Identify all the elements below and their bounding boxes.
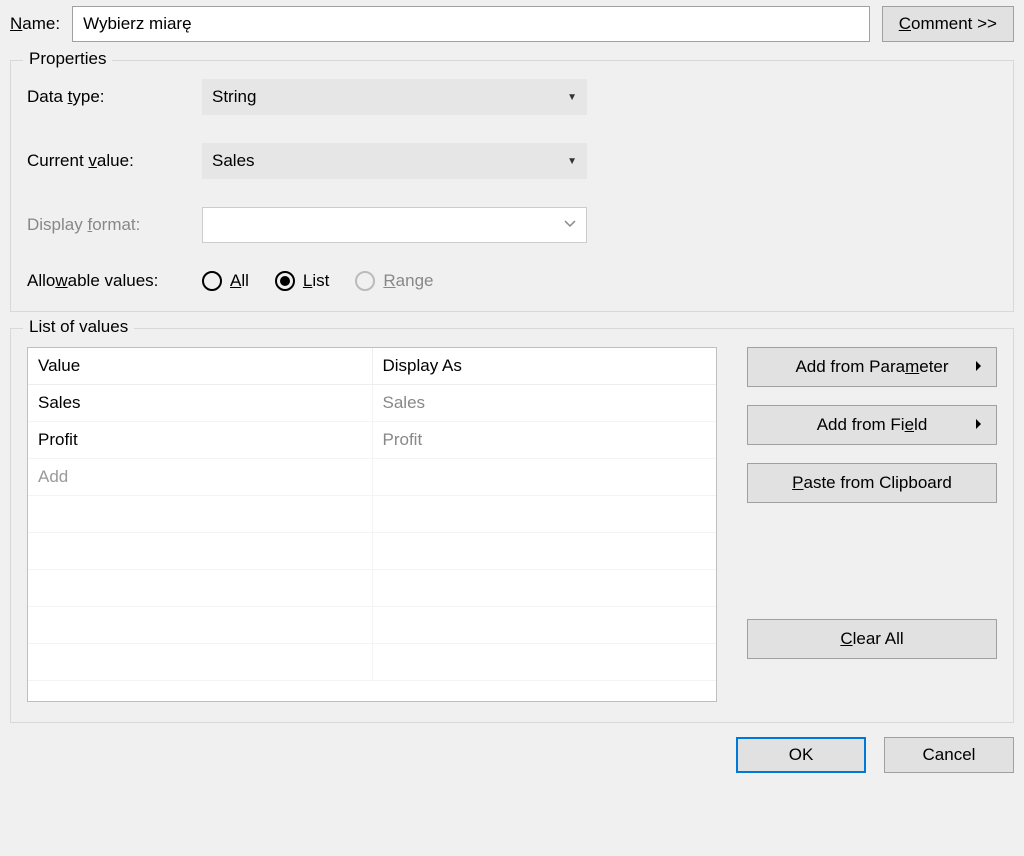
clear-all-button[interactable]: Clear All (747, 619, 997, 659)
display-format-label: Display format: (27, 215, 202, 235)
chevron-down-icon: ▼ (567, 156, 577, 167)
cell-value[interactable]: Sales (28, 385, 372, 422)
column-header-display: Display As (372, 348, 716, 385)
radio-list[interactable]: List (275, 271, 329, 291)
radio-icon (355, 271, 375, 291)
table-row (28, 570, 716, 607)
radio-all[interactable]: All (202, 271, 249, 291)
cell-display[interactable]: Profit (372, 422, 716, 459)
radio-range: Range (355, 271, 433, 291)
ok-button[interactable]: OK (736, 737, 866, 773)
table-row (28, 533, 716, 570)
table-row[interactable]: Sales Sales (28, 385, 716, 422)
allowable-values-label: Allowable values: (27, 271, 202, 291)
cancel-button[interactable]: Cancel (884, 737, 1014, 773)
table-row (28, 607, 716, 644)
chevron-down-icon (564, 220, 576, 231)
arrow-right-icon (975, 415, 982, 435)
data-type-label: Data type: (27, 87, 202, 107)
chevron-down-icon: ▼ (567, 92, 577, 103)
data-type-select[interactable]: String ▼ (202, 79, 587, 115)
table-row (28, 496, 716, 533)
list-of-values-group: List of values Value Display As Sales Sa… (10, 328, 1014, 723)
cell-display[interactable]: Sales (372, 385, 716, 422)
current-value-label: Current value: (27, 151, 202, 171)
add-from-parameter-button[interactable]: Add from Parameter (747, 347, 997, 387)
paste-from-clipboard-button[interactable]: Paste from Clipboard (747, 463, 997, 503)
data-type-value: String (212, 87, 256, 107)
cell-value[interactable]: Profit (28, 422, 372, 459)
radio-icon (202, 271, 222, 291)
current-value-value: Sales (212, 151, 255, 171)
table-row-add[interactable]: Add (28, 459, 716, 496)
table-row (28, 644, 716, 681)
current-value-select[interactable]: Sales ▼ (202, 143, 587, 179)
values-table[interactable]: Value Display As Sales Sales Profit Prof… (27, 347, 717, 702)
arrow-right-icon (975, 357, 982, 377)
cell-display (372, 459, 716, 496)
table-row[interactable]: Profit Profit (28, 422, 716, 459)
add-from-field-button[interactable]: Add from Field (747, 405, 997, 445)
name-input[interactable] (72, 6, 870, 42)
radio-icon (275, 271, 295, 291)
list-legend: List of values (23, 317, 134, 337)
properties-group: Properties Data type: String ▼ Current v… (10, 60, 1014, 312)
column-header-value: Value (28, 348, 372, 385)
comment-button[interactable]: Comment >> (882, 6, 1014, 42)
add-placeholder[interactable]: Add (28, 459, 372, 496)
properties-legend: Properties (23, 49, 112, 69)
display-format-select[interactable] (202, 207, 587, 243)
name-label: Name: (10, 14, 60, 34)
